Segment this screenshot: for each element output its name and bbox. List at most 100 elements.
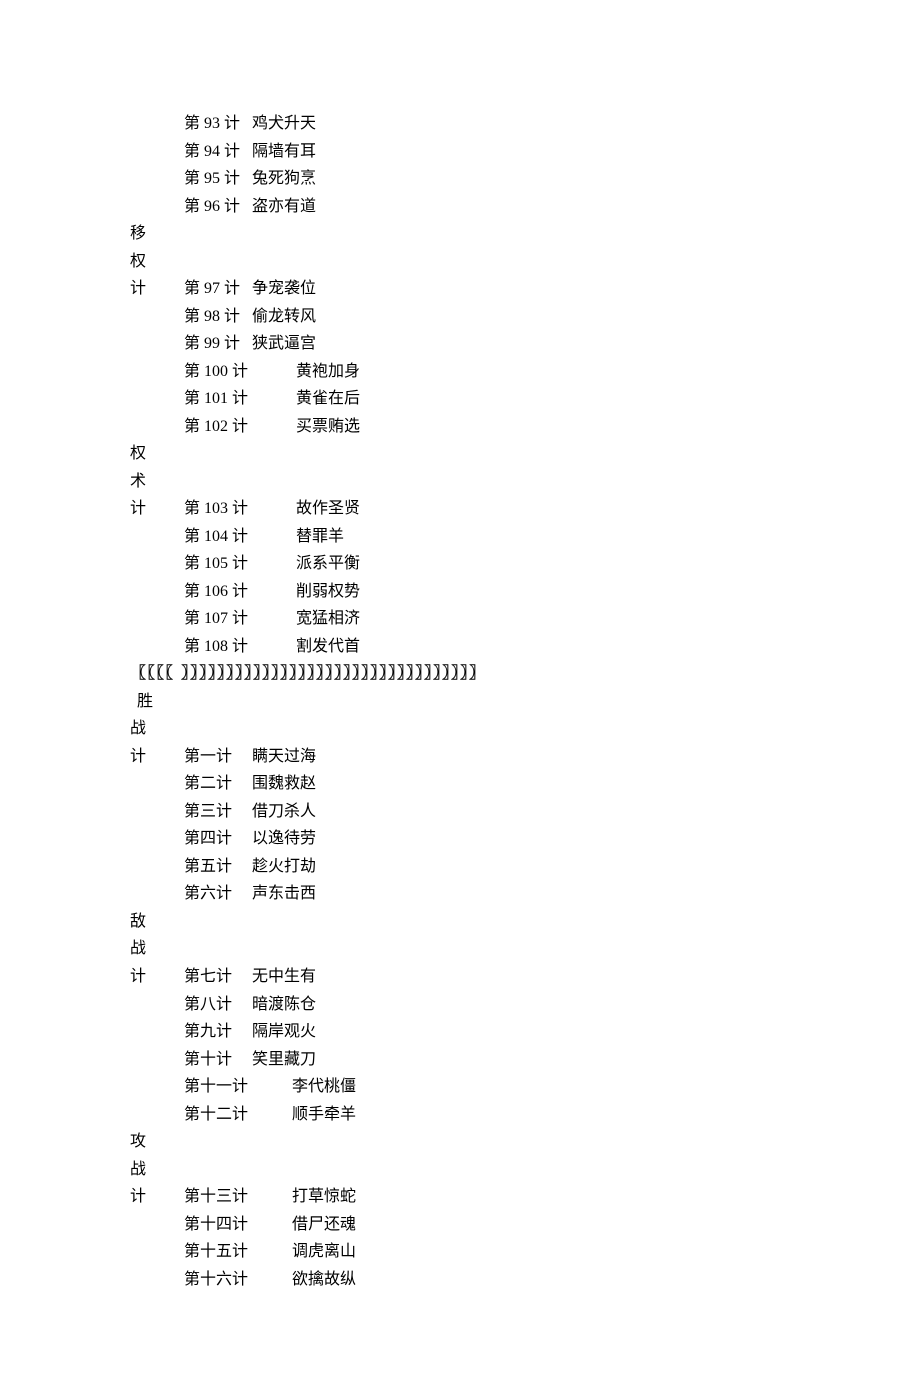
category-char-inline: 计 (130, 1183, 154, 1211)
stratagem-title: 宽猛相济 (296, 610, 360, 627)
category-char: 战 (130, 935, 790, 963)
stratagem-title: 以逸待劳 (252, 830, 316, 847)
stratagem-title: 趁火打劫 (252, 858, 316, 875)
stratagem-row: 第十计 笑里藏刀 (130, 1046, 790, 1074)
category-char-inline: 计 (130, 743, 154, 771)
category-char: 术 (130, 468, 790, 496)
stratagem-number: 第十一计 (184, 1073, 288, 1101)
stratagem-number: 第 96 计 (184, 193, 248, 221)
category-char-inline: 计 (130, 963, 154, 991)
stratagem-number: 第三计 (184, 798, 248, 826)
stratagem-row: 第四计 以逸待劳 (130, 825, 790, 853)
stratagem-title: 削弱权势 (296, 583, 360, 600)
stratagem-row: 第 95 计 兔死狗烹 (130, 165, 790, 193)
stratagem-title: 借刀杀人 (252, 803, 316, 820)
stratagem-row: 第 104 计 替罪羊 (130, 523, 790, 551)
stratagem-title: 派系平衡 (296, 555, 360, 572)
stratagem-number: 第 98 计 (184, 303, 248, 331)
stratagem-title: 鸡犬升天 (252, 115, 316, 132)
stratagem-row: 第十四计 借尸还魂 (130, 1211, 790, 1239)
stratagem-row: 第 98 计 偷龙转风 (130, 303, 790, 331)
category-char: 计 第一计 瞒天过海 (130, 743, 790, 771)
stratagem-number: 第 93 计 (184, 110, 248, 138)
category-char-inline: 计 (130, 275, 154, 303)
stratagem-row: 第 100 计 黄袍加身 (130, 358, 790, 386)
category-char: 战 (130, 1156, 790, 1184)
stratagem-title: 李代桃僵 (292, 1078, 356, 1095)
stratagem-row: 第 93 计 鸡犬升天 (130, 110, 790, 138)
stratagem-number: 第八计 (184, 991, 248, 1019)
stratagem-title: 顺手牵羊 (292, 1106, 356, 1123)
stratagem-title: 狭武逼宫 (252, 335, 316, 352)
stratagem-title: 替罪羊 (296, 528, 344, 545)
category-char: 移 (130, 220, 790, 248)
stratagem-number: 第 108 计 (184, 633, 292, 661)
stratagem-title: 借尸还魂 (292, 1216, 356, 1233)
stratagem-title: 买票贿选 (296, 418, 360, 435)
stratagem-number: 第六计 (184, 880, 248, 908)
category-char: 攻 (130, 1128, 790, 1156)
stratagem-row: 第 99 计 狭武逼宫 (130, 330, 790, 358)
stratagem-row: 第 96 计 盗亦有道 (130, 193, 790, 221)
stratagem-row: 第十五计 调虎离山 (130, 1238, 790, 1266)
stratagem-title: 争宠袭位 (252, 280, 316, 297)
category-char: 胜 (130, 688, 790, 716)
stratagem-row: 第二计 围魏救赵 (130, 770, 790, 798)
stratagem-number: 第十五计 (184, 1238, 288, 1266)
category-char-inline: 计 (130, 495, 154, 523)
stratagem-title: 故作圣贤 (296, 500, 360, 517)
stratagem-row: 第 107 计 宽猛相济 (130, 605, 790, 633)
stratagem-row: 第八计 暗渡陈仓 (130, 991, 790, 1019)
stratagem-title: 隔墙有耳 (252, 143, 316, 160)
category-char: 敌 (130, 908, 790, 936)
stratagem-row: 第 102 计 买票贿选 (130, 413, 790, 441)
stratagem-title: 黄雀在后 (296, 390, 360, 407)
stratagem-title: 打草惊蛇 (292, 1188, 356, 1205)
category-char: 计 第七计 无中生有 (130, 963, 790, 991)
stratagem-number: 第 102 计 (184, 413, 292, 441)
stratagem-title: 声东击西 (252, 885, 316, 902)
stratagem-number: 第四计 (184, 825, 248, 853)
stratagem-title: 兔死狗烹 (252, 170, 316, 187)
stratagem-title: 瞒天过海 (252, 748, 316, 765)
stratagem-title: 围魏救赵 (252, 775, 316, 792)
stratagem-number: 第 94 计 (184, 138, 248, 166)
stratagem-title: 割发代首 (296, 638, 360, 655)
stratagem-title: 隔岸观火 (252, 1023, 316, 1040)
stratagem-number: 第 95 计 (184, 165, 248, 193)
stratagem-number: 第十二计 (184, 1101, 288, 1129)
category-char: 计第十三计 打草惊蛇 (130, 1183, 790, 1211)
stratagem-number: 第十四计 (184, 1211, 288, 1239)
stratagem-title: 无中生有 (252, 968, 316, 985)
stratagem-number: 第十六计 (184, 1266, 288, 1294)
stratagem-title: 黄袍加身 (296, 363, 360, 380)
stratagem-row: 第 106 计 削弱权势 (130, 578, 790, 606)
stratagem-row: 第 108 计 割发代首 (130, 633, 790, 661)
stratagem-row: 第三计 借刀杀人 (130, 798, 790, 826)
stratagem-number: 第 97 计 (184, 275, 248, 303)
stratagem-row: 第十六计 欲擒故纵 (130, 1266, 790, 1294)
category-char: 战 (130, 715, 790, 743)
stratagem-number: 第 99 计 (184, 330, 248, 358)
stratagem-number: 第七计 (184, 963, 248, 991)
category-char: 权 (130, 440, 790, 468)
stratagem-number: 第 107 计 (184, 605, 292, 633)
stratagem-number: 第 105 计 (184, 550, 292, 578)
stratagem-row: 第 94 计 隔墙有耳 (130, 138, 790, 166)
stratagem-number: 第 100 计 (184, 358, 292, 386)
category-char: 计 第 97 计 争宠袭位 (130, 275, 790, 303)
stratagem-row: 第 101 计 黄雀在后 (130, 385, 790, 413)
stratagem-title: 调虎离山 (292, 1243, 356, 1260)
stratagem-number: 第一计 (184, 743, 248, 771)
stratagem-number: 第五计 (184, 853, 248, 881)
stratagem-row: 第 105 计 派系平衡 (130, 550, 790, 578)
stratagem-title: 盗亦有道 (252, 198, 316, 215)
category-char: 权 (130, 248, 790, 276)
stratagem-title: 暗渡陈仓 (252, 996, 316, 1013)
category-char: 计第 103 计 故作圣贤 (130, 495, 790, 523)
section-divider: 〖〖〖〖 〗〗〗〗〗〗〗〗〗〗〗〗〗〗〗〗〗〗〗〗〗〗〗〗〗〗〗〗〗〗〗〗〗 (130, 660, 790, 688)
stratagem-number: 第 106 计 (184, 578, 292, 606)
stratagem-number: 第十计 (184, 1046, 248, 1074)
stratagem-title: 偷龙转风 (252, 308, 316, 325)
stratagem-row: 第九计 隔岸观火 (130, 1018, 790, 1046)
